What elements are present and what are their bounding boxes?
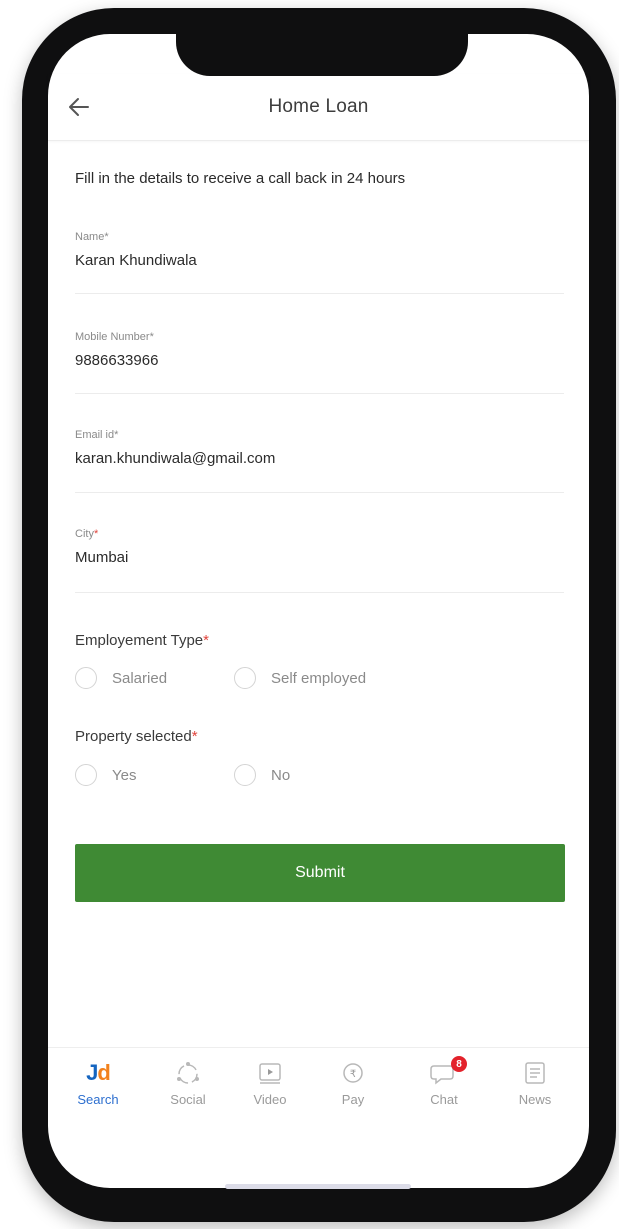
city-field-label: City* <box>75 528 99 540</box>
email-field[interactable]: Email id* karan.khundiwala@gmail.com <box>75 429 564 493</box>
jd-logo-icon: Jd <box>86 1060 111 1085</box>
radio-yes-label: Yes <box>112 766 137 784</box>
news-icon <box>500 1058 570 1088</box>
radio-circle[interactable] <box>234 667 256 689</box>
mobile-number-field-value[interactable]: 9886633966 <box>75 352 564 369</box>
radio-circle[interactable] <box>75 667 97 689</box>
email-field-value[interactable]: karan.khundiwala@gmail.com <box>75 450 564 467</box>
tab-video[interactable]: Video <box>235 1058 305 1107</box>
radio-self-employed-label: Self employed <box>271 669 367 687</box>
radio-circle[interactable] <box>75 764 97 786</box>
tab-search[interactable]: Jd Search <box>63 1058 133 1107</box>
tab-video-label: Video <box>253 1092 287 1107</box>
radio-self-employed[interactable]: Self employed <box>234 665 366 691</box>
home-indicator[interactable] <box>225 1184 411 1189</box>
name-field-value[interactable]: Karan Khundiwala <box>75 252 564 269</box>
mobile-number-field[interactable]: Mobile Number* 9886633966 <box>75 331 564 394</box>
mobile-number-field-label: Mobile Number* <box>75 331 154 343</box>
name-field-label: Name* <box>75 231 109 243</box>
radio-no-label: No <box>271 766 291 784</box>
chat-unread-badge: 8 <box>451 1056 467 1072</box>
tab-chat-label: Chat <box>430 1092 458 1107</box>
form-intro-text: Fill in the details to receive a call ba… <box>75 170 406 187</box>
tab-news[interactable]: News <box>500 1058 570 1107</box>
phone-notch <box>176 8 468 76</box>
tab-social-label: Social <box>170 1092 206 1107</box>
property-selected-title: Property selected* <box>75 728 198 745</box>
employment-type-title: Employement Type* <box>75 632 209 649</box>
radio-salaried[interactable]: Salaried <box>75 665 167 691</box>
social-icon <box>153 1058 223 1088</box>
tab-chat[interactable]: 8 Chat <box>409 1056 479 1107</box>
radio-circle[interactable] <box>234 764 256 786</box>
tab-search-label: Search <box>77 1092 119 1107</box>
tab-social[interactable]: Social <box>153 1058 223 1107</box>
bottom-tab-bar: Jd Search Social Video ₹ Pay 8 Chat News <box>48 1047 589 1120</box>
radio-salaried-label: Salaried <box>112 669 168 687</box>
city-field[interactable]: City* Mumbai <box>75 528 564 593</box>
tab-pay[interactable]: ₹ Pay <box>318 1058 388 1107</box>
radio-no[interactable]: No <box>234 762 290 788</box>
video-icon <box>235 1058 305 1088</box>
chat-icon: 8 <box>409 1056 479 1088</box>
phone-screen <box>48 34 589 1188</box>
svg-text:₹: ₹ <box>350 1069 356 1080</box>
rupee-icon: ₹ <box>318 1058 388 1088</box>
page-title: Home Loan <box>268 96 369 117</box>
email-field-label: Email id* <box>75 429 119 441</box>
app-header: Home Loan <box>48 74 589 141</box>
tab-pay-label: Pay <box>341 1092 365 1107</box>
city-field-value[interactable]: Mumbai <box>75 549 564 566</box>
submit-button[interactable]: Submit <box>75 844 565 902</box>
radio-yes[interactable]: Yes <box>75 762 136 788</box>
name-field[interactable]: Name* Karan Khundiwala <box>75 231 564 294</box>
tab-news-label: News <box>518 1092 552 1107</box>
